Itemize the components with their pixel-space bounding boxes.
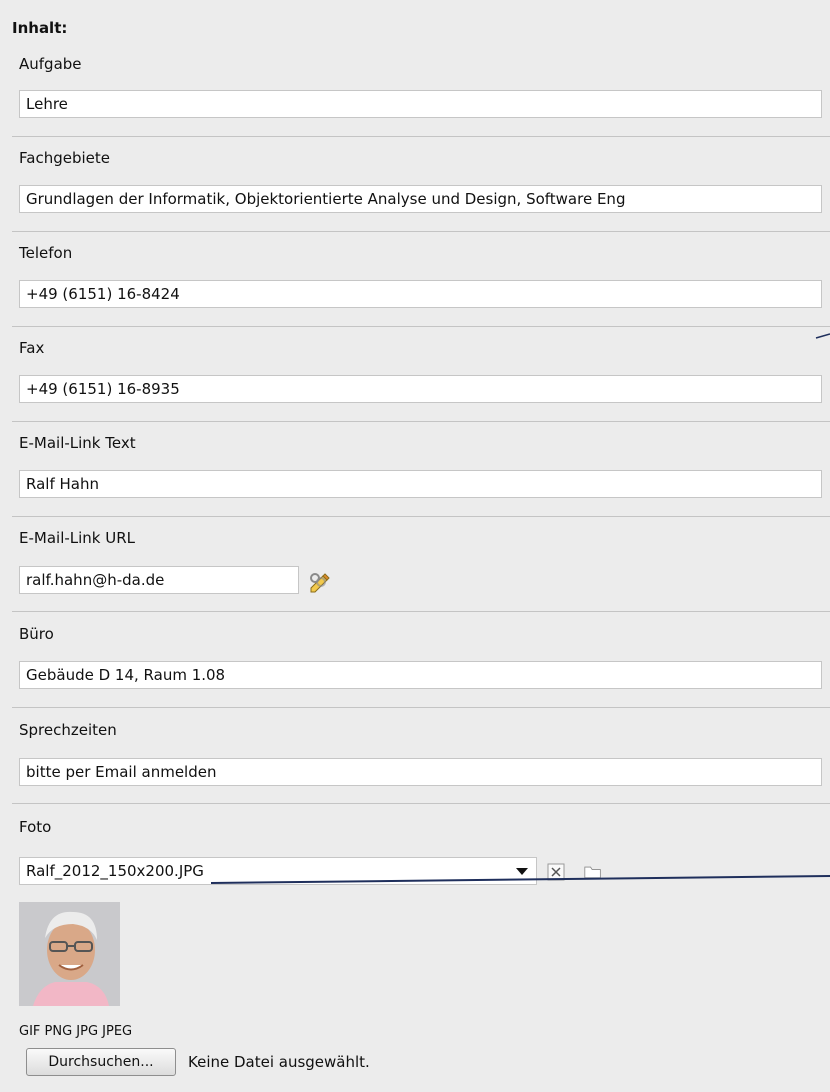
input-email-link-url[interactable]: ralf.hahn@h-da.de <box>19 566 299 594</box>
label-fachgebiete: Fachgebiete <box>19 149 110 167</box>
separator <box>12 231 830 232</box>
browse-button[interactable]: Durchsuchen... <box>26 1048 176 1076</box>
label-email-link-url: E-Mail-Link URL <box>19 529 136 547</box>
input-sprechzeiten[interactable]: bitte per Email anmelden <box>19 758 822 786</box>
separator <box>12 136 830 137</box>
link-wizard-icon[interactable] <box>308 571 332 593</box>
section-title: Inhalt: <box>12 19 68 37</box>
allowed-file-types: GIF PNG JPG JPEG <box>19 1024 133 1039</box>
label-email-link-text: E-Mail-Link Text <box>19 434 136 452</box>
label-telefon: Telefon <box>19 244 73 262</box>
input-email-link-text[interactable]: Ralf Hahn <box>19 470 822 498</box>
chevron-down-icon <box>516 868 528 875</box>
label-aufgabe: Aufgabe <box>19 55 82 73</box>
input-telefon[interactable]: +49 (6151) 16-8424 <box>19 280 822 308</box>
label-sprechzeiten: Sprechzeiten <box>19 721 117 739</box>
remove-icon[interactable] <box>547 863 565 881</box>
photo-select-value: Ralf_2012_150x200.JPG <box>26 862 204 880</box>
separator <box>12 803 830 804</box>
folder-icon[interactable] <box>584 863 602 881</box>
separator <box>12 611 830 612</box>
input-buero[interactable]: Gebäude D 14, Raum 1.08 <box>19 661 822 689</box>
content-form: Inhalt: Aufgabe Lehre Fachgebiete Grundl… <box>0 0 830 1092</box>
label-buero: Büro <box>19 625 54 643</box>
separator <box>12 516 830 517</box>
label-foto: Foto <box>19 818 52 836</box>
input-fachgebiete[interactable]: Grundlagen der Informatik, Objektorienti… <box>19 185 822 213</box>
photo-select[interactable]: Ralf_2012_150x200.JPG <box>19 857 537 885</box>
annotation-line-top <box>815 333 830 339</box>
no-file-status: Keine Datei ausgewählt. <box>188 1053 370 1071</box>
separator <box>12 326 830 327</box>
input-aufgabe[interactable]: Lehre <box>19 90 822 118</box>
separator <box>12 421 830 422</box>
photo-thumbnail <box>19 902 120 1006</box>
separator <box>12 707 830 708</box>
input-fax[interactable]: +49 (6151) 16-8935 <box>19 375 822 403</box>
label-fax: Fax <box>19 339 45 357</box>
